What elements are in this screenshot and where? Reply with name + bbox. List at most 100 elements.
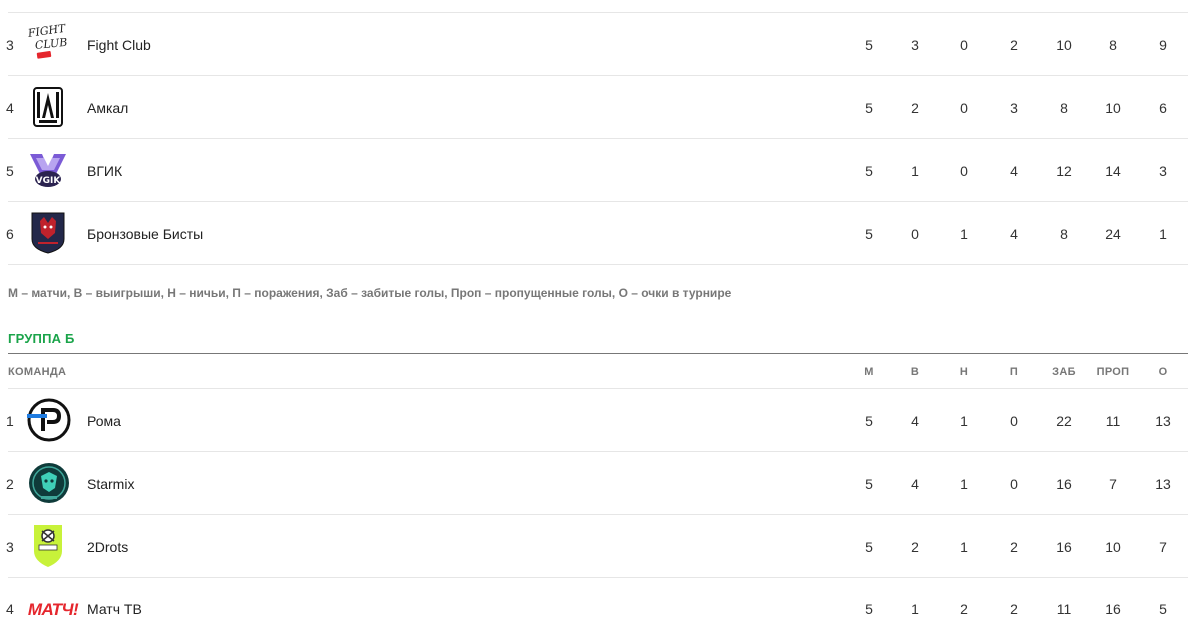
stat-goals-against: 7 <box>1109 476 1117 492</box>
starmix-logo <box>25 461 71 505</box>
table-row[interactable]: 6 Бронзовые Бисты 5 0 1 4 8 24 1 <box>0 202 1200 265</box>
stat-losses: 2 <box>1010 539 1018 555</box>
stat-draws: 1 <box>960 539 968 555</box>
2drots-logo <box>25 523 71 567</box>
stat-matches: 5 <box>865 37 873 53</box>
stat-points: 3 <box>1159 163 1167 179</box>
row-divider <box>8 264 1188 265</box>
stat-losses: 2 <box>1010 37 1018 53</box>
stat-matches: 5 <box>865 601 873 617</box>
team-rank: 2 <box>6 476 14 492</box>
stat-draws: 0 <box>960 37 968 53</box>
stat-losses: 2 <box>1010 601 1018 617</box>
svg-text:CLUB: CLUB <box>34 36 68 52</box>
stat-goals-for: 12 <box>1056 163 1072 179</box>
stat-goals-for: 16 <box>1056 539 1072 555</box>
stat-matches: 5 <box>865 539 873 555</box>
header-team: КОМАНДА <box>8 366 67 378</box>
stat-goals-for: 22 <box>1056 413 1072 429</box>
team-rank: 3 <box>6 37 14 53</box>
team-rank: 4 <box>6 100 14 116</box>
stat-wins: 1 <box>911 163 919 179</box>
team-rank: 6 <box>6 226 14 242</box>
stat-points: 5 <box>1159 601 1167 617</box>
stat-losses: 4 <box>1010 163 1018 179</box>
table-row[interactable]: 1 Рома 5 4 1 0 22 11 13 <box>0 389 1200 452</box>
stat-goals-for: 10 <box>1056 37 1072 53</box>
table-row[interactable]: 2 Starmix 5 4 1 0 16 7 13 <box>0 452 1200 515</box>
stat-goals-against: 11 <box>1105 413 1121 429</box>
stat-draws: 1 <box>960 476 968 492</box>
team-name[interactable]: Амкал <box>87 100 128 116</box>
team-rank: 3 <box>6 539 14 555</box>
stat-losses: 0 <box>1010 413 1018 429</box>
stat-losses: 0 <box>1010 476 1018 492</box>
team-rank: 5 <box>6 163 14 179</box>
stat-draws: 0 <box>960 100 968 116</box>
stat-matches: 5 <box>865 163 873 179</box>
stat-wins: 1 <box>911 601 919 617</box>
stat-wins: 3 <box>911 37 919 53</box>
team-name[interactable]: Fight Club <box>87 37 151 53</box>
table-row[interactable]: 4 Амкал 5 2 0 3 8 10 6 <box>0 76 1200 139</box>
table-row[interactable]: 3 FIGHT CLUB Fight Club 5 3 0 2 10 8 9 <box>0 13 1200 76</box>
group-title: ГРУППА Б <box>8 331 75 346</box>
table-row[interactable]: 5 VGIK ВГИК 5 1 0 4 12 14 3 <box>0 139 1200 202</box>
team-name[interactable]: Starmix <box>87 476 134 492</box>
header-points[interactable]: О <box>1143 366 1183 378</box>
bronze-beasts-logo <box>25 210 71 254</box>
amkal-logo <box>25 85 71 129</box>
stat-wins: 4 <box>911 476 919 492</box>
stat-goals-for: 8 <box>1060 226 1068 242</box>
match-tv-logo: МАТЧ! <box>24 588 82 630</box>
table-row[interactable]: 3 2Drots 5 2 1 2 16 10 7 <box>0 515 1200 578</box>
stat-wins: 0 <box>911 226 919 242</box>
stat-matches: 5 <box>865 226 873 242</box>
team-rank: 4 <box>6 601 14 617</box>
stat-wins: 2 <box>911 100 919 116</box>
roma-logo <box>25 398 71 442</box>
stat-goals-against: 16 <box>1105 601 1121 617</box>
stat-goals-against: 8 <box>1109 37 1117 53</box>
stat-points: 13 <box>1155 413 1171 429</box>
team-name[interactable]: ВГИК <box>87 163 122 179</box>
stat-points: 9 <box>1159 37 1167 53</box>
header-matches[interactable]: М <box>849 366 889 378</box>
table-legend: М – матчи, В – выигрыши, Н – ничьи, П – … <box>8 286 732 300</box>
header-wins[interactable]: В <box>895 366 935 378</box>
group-divider <box>8 353 1188 354</box>
stat-matches: 5 <box>865 476 873 492</box>
team-rank: 1 <box>6 413 14 429</box>
stat-matches: 5 <box>865 413 873 429</box>
header-losses[interactable]: П <box>994 366 1034 378</box>
stat-losses: 3 <box>1010 100 1018 116</box>
stat-wins: 4 <box>911 413 919 429</box>
stat-points: 13 <box>1155 476 1171 492</box>
stat-goals-for: 8 <box>1060 100 1068 116</box>
stat-goals-against: 14 <box>1105 163 1121 179</box>
stat-goals-against: 10 <box>1105 539 1121 555</box>
team-name[interactable]: Бронзовые Бисты <box>87 226 203 242</box>
team-name[interactable]: Рома <box>87 413 121 429</box>
stat-points: 7 <box>1159 539 1167 555</box>
stat-matches: 5 <box>865 100 873 116</box>
match-tv-logo-text: МАТЧ! <box>27 600 79 619</box>
stat-draws: 2 <box>960 601 968 617</box>
vgik-logo: VGIK <box>25 148 71 192</box>
svg-text:VGIK: VGIK <box>36 176 62 186</box>
stat-points: 1 <box>1159 226 1167 242</box>
fight-club-logo: FIGHT CLUB <box>25 21 71 65</box>
table-row[interactable]: 4 МАТЧ! Матч ТВ 5 1 2 2 11 16 5 <box>0 578 1200 630</box>
header-goals-against[interactable]: ПРОП <box>1093 366 1133 378</box>
stat-draws: 0 <box>960 163 968 179</box>
header-goals-for[interactable]: ЗАБ <box>1044 366 1084 378</box>
stat-goals-for: 11 <box>1056 601 1072 617</box>
stat-points: 6 <box>1159 100 1167 116</box>
team-name[interactable]: 2Drots <box>87 539 128 555</box>
stat-goals-for: 16 <box>1056 476 1072 492</box>
stat-wins: 2 <box>911 539 919 555</box>
stat-goals-against: 24 <box>1105 226 1121 242</box>
stat-goals-against: 10 <box>1105 100 1121 116</box>
header-draws[interactable]: Н <box>944 366 984 378</box>
team-name[interactable]: Матч ТВ <box>87 601 142 617</box>
